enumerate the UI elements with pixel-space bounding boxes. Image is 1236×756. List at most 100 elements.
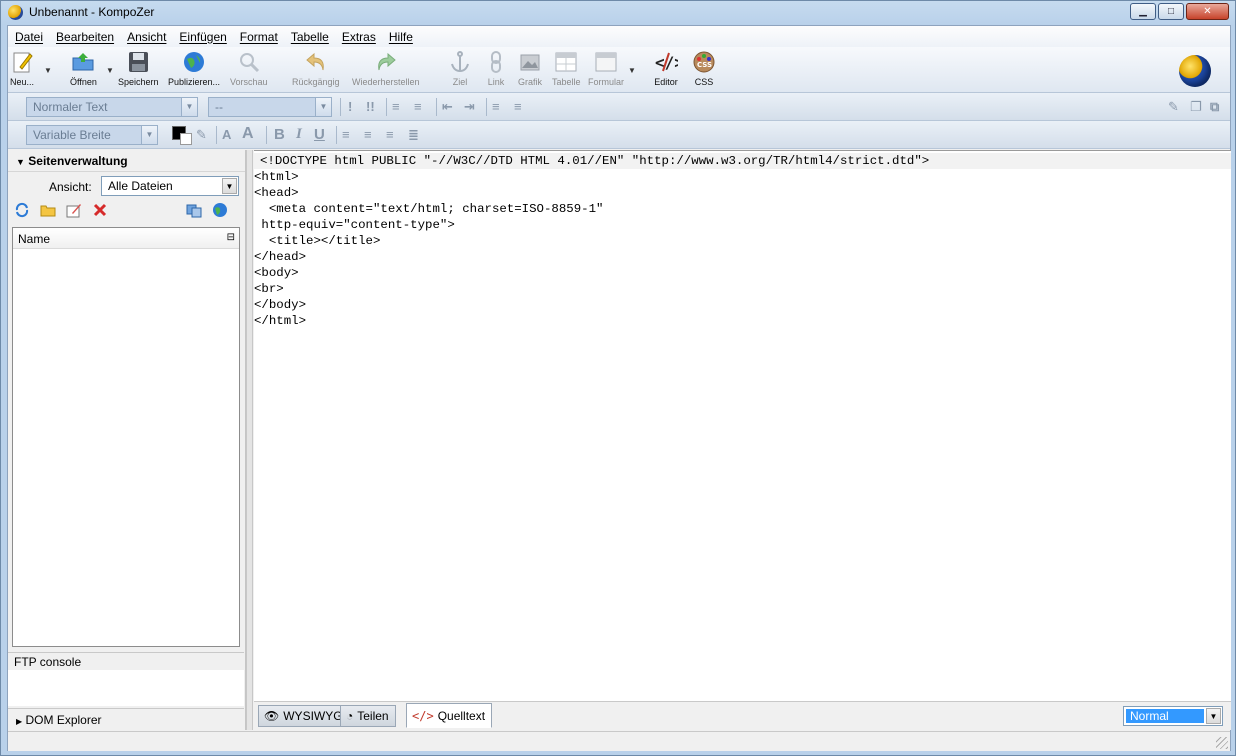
chevron-down-icon: ▼ bbox=[222, 178, 237, 194]
definition-desc-icon[interactable]: ≡ bbox=[514, 99, 522, 114]
form-icon bbox=[594, 50, 618, 74]
window-title: Unbenannt - KompoZer bbox=[29, 5, 155, 19]
edit-attributes-icon[interactable]: ✎ bbox=[1168, 99, 1179, 115]
source-code[interactable]: <!DOCTYPE html PUBLIC "-//W3C//DTD HTML … bbox=[254, 151, 1231, 329]
chevron-down-icon: ▼ bbox=[181, 98, 197, 116]
source-line: <meta content="text/html; charset=ISO-88… bbox=[254, 202, 604, 216]
new-dropdown-icon[interactable]: ▼ bbox=[44, 66, 52, 75]
redo-arrow-icon bbox=[374, 50, 398, 74]
menu-extras[interactable]: Extras bbox=[337, 30, 384, 44]
form-dropdown-icon[interactable]: ▼ bbox=[628, 66, 636, 75]
menu-ansicht[interactable]: Ansicht bbox=[122, 30, 174, 44]
file-tree[interactable]: Name ⊟ bbox=[12, 227, 240, 647]
larger-font-icon[interactable]: A bbox=[242, 125, 254, 143]
preview-button[interactable]: Vorschau bbox=[230, 50, 268, 87]
open-folder-icon bbox=[71, 50, 95, 74]
table-button[interactable]: Tabelle bbox=[552, 50, 581, 87]
bullet-list-icon[interactable]: ≡ bbox=[414, 99, 422, 114]
menu-hilfe[interactable]: Hilfe bbox=[384, 30, 421, 44]
italic-icon[interactable]: I bbox=[296, 126, 302, 143]
css-button[interactable]: CSS CSS bbox=[692, 50, 716, 87]
tab-wysiwyg[interactable]: 👁 WYSIWYG bbox=[258, 705, 350, 727]
view-select[interactable]: Alle Dateien ▼ bbox=[101, 176, 239, 196]
outdent-icon[interactable]: ⇤ bbox=[442, 99, 453, 115]
emphasis-icon[interactable]: ! bbox=[348, 99, 352, 114]
chain-link-icon bbox=[484, 50, 508, 74]
new-button[interactable]: Neu... bbox=[10, 50, 34, 87]
justify-icon[interactable]: ≣ bbox=[408, 127, 419, 143]
open-button[interactable]: Öffnen bbox=[70, 50, 97, 87]
maximize-button[interactable]: □ bbox=[1158, 3, 1184, 20]
underline-icon[interactable]: U bbox=[314, 126, 325, 143]
globe-icon[interactable] bbox=[212, 202, 228, 218]
dom-explorer-header[interactable]: ▶ DOM Explorer bbox=[8, 708, 244, 730]
separator bbox=[486, 98, 487, 116]
sidebar-splitter[interactable] bbox=[246, 150, 253, 730]
menu-datei[interactable]: Datei bbox=[10, 30, 51, 44]
numbered-list-icon[interactable]: ≡ bbox=[392, 99, 400, 114]
globe-publish-icon bbox=[182, 50, 206, 74]
align-right-icon[interactable]: ≡ bbox=[386, 127, 394, 142]
minimize-button[interactable]: ▁ bbox=[1130, 3, 1156, 20]
title-bar[interactable]: Unbenannt - KompoZer ▁ □ ✕ bbox=[1, 1, 1235, 25]
open-dropdown-icon[interactable]: ▼ bbox=[106, 66, 114, 75]
paragraph-style-select[interactable]: Normaler Text ▼ bbox=[26, 97, 198, 117]
undo-button[interactable]: Rückgängig bbox=[292, 50, 340, 87]
throbber-globe-icon bbox=[1179, 55, 1211, 87]
font-family-select[interactable]: Variable Breite ▼ bbox=[26, 125, 158, 145]
definition-term-icon[interactable]: ≡ bbox=[492, 99, 500, 114]
layer-stack-icon[interactable]: ❐ bbox=[1190, 99, 1202, 115]
client-area: Datei Bearbeiten Ansicht Einfügen Format… bbox=[7, 25, 1231, 751]
split-view-icon: ◔ bbox=[346, 709, 354, 723]
form-button[interactable]: Formular bbox=[588, 50, 624, 87]
highlight-pen-icon[interactable]: ✎ bbox=[196, 127, 207, 143]
anchor-button[interactable]: Ziel bbox=[448, 50, 472, 87]
strong-emphasis-icon[interactable]: !! bbox=[366, 99, 375, 114]
expand-triangle-icon: ▶ bbox=[16, 717, 23, 726]
edit-mode-bar: 👁 WYSIWYG ◔ Teilen </> Quelltext Normal … bbox=[254, 701, 1231, 730]
source-line: </body> bbox=[254, 298, 307, 312]
separator bbox=[340, 98, 341, 116]
source-editor[interactable]: <!DOCTYPE html PUBLIC "-//W3C//DTD HTML … bbox=[254, 150, 1231, 701]
align-left-icon[interactable]: ≡ bbox=[342, 127, 350, 142]
name-column-header[interactable]: Name ⊟ bbox=[13, 228, 239, 249]
edit-site-icon[interactable] bbox=[66, 202, 82, 218]
source-code-icon: </> bbox=[654, 50, 684, 74]
site-manager-toolbar bbox=[12, 202, 238, 222]
format-toolbar-2: Variable Breite ▼ ✎ A A B I U ≡ ≡ ≡ ≣ bbox=[8, 121, 1230, 149]
image-button[interactable]: Grafik bbox=[518, 50, 542, 87]
site-settings-icon[interactable] bbox=[186, 202, 202, 218]
smaller-font-icon[interactable]: A bbox=[222, 127, 231, 142]
format-toolbar-1: Normaler Text ▼ -- ▼ ! !! ≡ ≡ ⇤ ⇥ ≡ ≡ ✎ … bbox=[8, 93, 1230, 121]
menu-tabelle[interactable]: Tabelle bbox=[286, 30, 337, 44]
background-color-swatch[interactable] bbox=[180, 133, 192, 145]
link-button[interactable]: Link bbox=[484, 50, 508, 87]
site-manager-header[interactable]: ▼ Seitenverwaltung bbox=[8, 150, 245, 172]
menu-einfuegen[interactable]: Einfügen bbox=[174, 30, 234, 44]
save-button[interactable]: Speichern bbox=[118, 50, 159, 87]
view-label: Ansicht: bbox=[49, 180, 92, 194]
css-palette-icon: CSS bbox=[692, 50, 716, 74]
tab-split[interactable]: ◔ Teilen bbox=[340, 705, 396, 727]
font-size-select[interactable]: -- ▼ bbox=[208, 97, 332, 117]
publish-button[interactable]: Publizieren... bbox=[168, 50, 220, 87]
source-line: <body> bbox=[254, 266, 299, 280]
resize-grip-icon[interactable] bbox=[1216, 737, 1228, 749]
close-button[interactable]: ✕ bbox=[1186, 3, 1229, 20]
indent-icon[interactable]: ⇥ bbox=[464, 99, 475, 115]
source-line: <!DOCTYPE html PUBLIC "-//W3C//DTD HTML … bbox=[254, 153, 1231, 169]
editor-button[interactable]: </> Editor bbox=[654, 50, 684, 87]
refresh-icon[interactable] bbox=[14, 202, 30, 218]
bold-icon[interactable]: B bbox=[274, 126, 285, 143]
column-picker-icon[interactable]: ⊟ bbox=[227, 232, 235, 243]
new-folder-icon[interactable] bbox=[40, 202, 56, 218]
status-bar bbox=[8, 731, 1230, 751]
delete-icon[interactable] bbox=[92, 202, 108, 218]
zoom-select[interactable]: Normal ▼ bbox=[1123, 706, 1223, 726]
menu-bearbeiten[interactable]: Bearbeiten bbox=[51, 30, 122, 44]
redo-button[interactable]: Wiederherstellen bbox=[352, 50, 420, 87]
align-center-icon[interactable]: ≡ bbox=[364, 127, 372, 142]
tab-source[interactable]: </> Quelltext bbox=[406, 703, 493, 728]
menu-format[interactable]: Format bbox=[235, 30, 286, 44]
position-icon[interactable]: ⧉ bbox=[1210, 99, 1219, 115]
